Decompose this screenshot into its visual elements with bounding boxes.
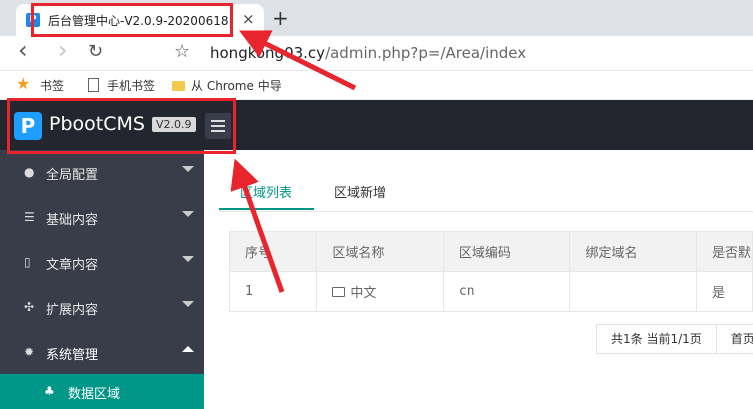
annotation-arrows [230,30,357,293]
annotation-arrow [239,30,357,91]
annotation-arrow [230,158,285,293]
